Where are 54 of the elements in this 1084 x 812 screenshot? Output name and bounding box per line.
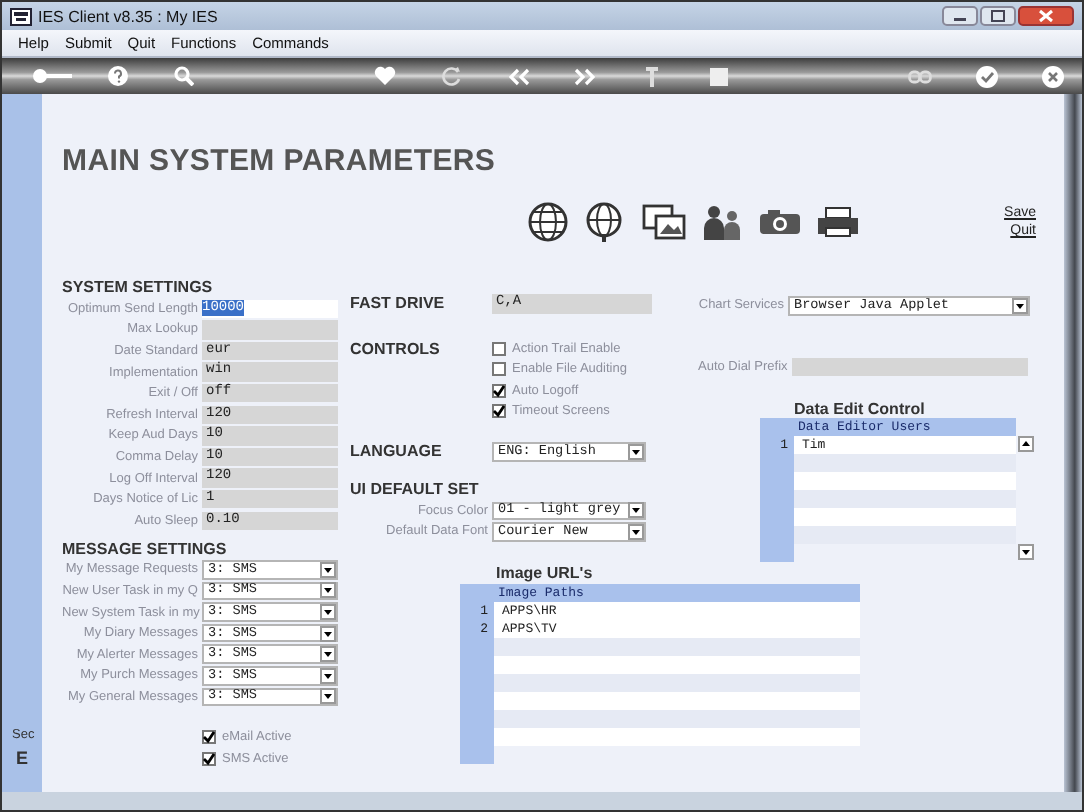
square-icon[interactable]: [710, 67, 729, 85]
scroll-up-icon[interactable]: [1017, 435, 1033, 452]
heart-icon[interactable]: [374, 66, 397, 86]
checkbox[interactable]: [492, 404, 506, 419]
pin-icon[interactable]: [644, 65, 661, 87]
double-left-arrow-icon[interactable]: [507, 67, 530, 85]
checkbox[interactable]: [202, 751, 216, 766]
help-icon[interactable]: [108, 66, 129, 86]
checkbox[interactable]: [202, 730, 216, 745]
dropdown-arrow-icon[interactable]: [320, 688, 336, 705]
close-icon[interactable]: [1042, 65, 1065, 87]
check-icon[interactable]: [975, 65, 998, 87]
section-title: SYSTEM SETTINGS: [62, 278, 215, 298]
dropdown-arrow-icon[interactable]: [320, 604, 336, 621]
dropdown-arrow-icon[interactable]: [320, 667, 336, 684]
checkbox[interactable]: [492, 362, 506, 377]
section-title: UI DEFAULT SET: [350, 480, 481, 500]
side-panel-text: E: [14, 748, 31, 768]
close-icon[interactable]: [1018, 6, 1074, 26]
dropdown-arrow-icon[interactable]: [628, 502, 644, 519]
minimize-icon[interactable]: [942, 6, 978, 26]
dropdown-arrow-icon[interactable]: [320, 561, 336, 578]
scroll-down-icon[interactable]: [1017, 543, 1033, 560]
section-title: CONTROLS: [350, 340, 442, 360]
people-icon[interactable]: [700, 202, 744, 242]
grid-title: Image URL's: [496, 563, 595, 582]
section-title: FAST DRIVE: [350, 294, 447, 314]
grid-title: Data Edit Control: [794, 399, 927, 418]
search-icon[interactable]: [174, 66, 195, 86]
globe-icon[interactable]: [586, 202, 626, 242]
page-title: MAIN SYSTEM PARAMETERS: [62, 144, 498, 178]
section-title: LANGUAGE: [350, 442, 444, 462]
globe-icon[interactable]: [528, 202, 568, 242]
checkbox[interactable]: [492, 383, 506, 398]
maximize-icon[interactable]: [980, 6, 1016, 26]
dropdown-arrow-icon[interactable]: [320, 582, 336, 599]
dropdown-arrow-icon[interactable]: [628, 444, 644, 460]
dropdown-arrow-icon[interactable]: [320, 646, 336, 663]
input-field[interactable]: [792, 357, 1028, 376]
refresh-icon[interactable]: [442, 66, 463, 86]
input-field[interactable]: [202, 320, 338, 340]
photo-stack-icon[interactable]: [642, 204, 686, 240]
app-icon: [10, 7, 32, 25]
camera-icon[interactable]: [758, 208, 802, 236]
window-title: IES Client v8.35 : My IES: [38, 7, 218, 25]
dropdown-arrow-icon[interactable]: [320, 625, 336, 642]
key-icon[interactable]: [31, 68, 72, 84]
dropdown-arrow-icon[interactable]: [1012, 297, 1028, 314]
link-icon[interactable]: [907, 67, 932, 85]
dropdown-arrow-icon[interactable]: [628, 523, 644, 540]
double-right-arrow-icon[interactable]: [574, 67, 597, 85]
checkbox[interactable]: [492, 341, 506, 356]
printer-icon[interactable]: [816, 206, 860, 238]
section-title: MESSAGE SETTINGS: [62, 539, 229, 560]
